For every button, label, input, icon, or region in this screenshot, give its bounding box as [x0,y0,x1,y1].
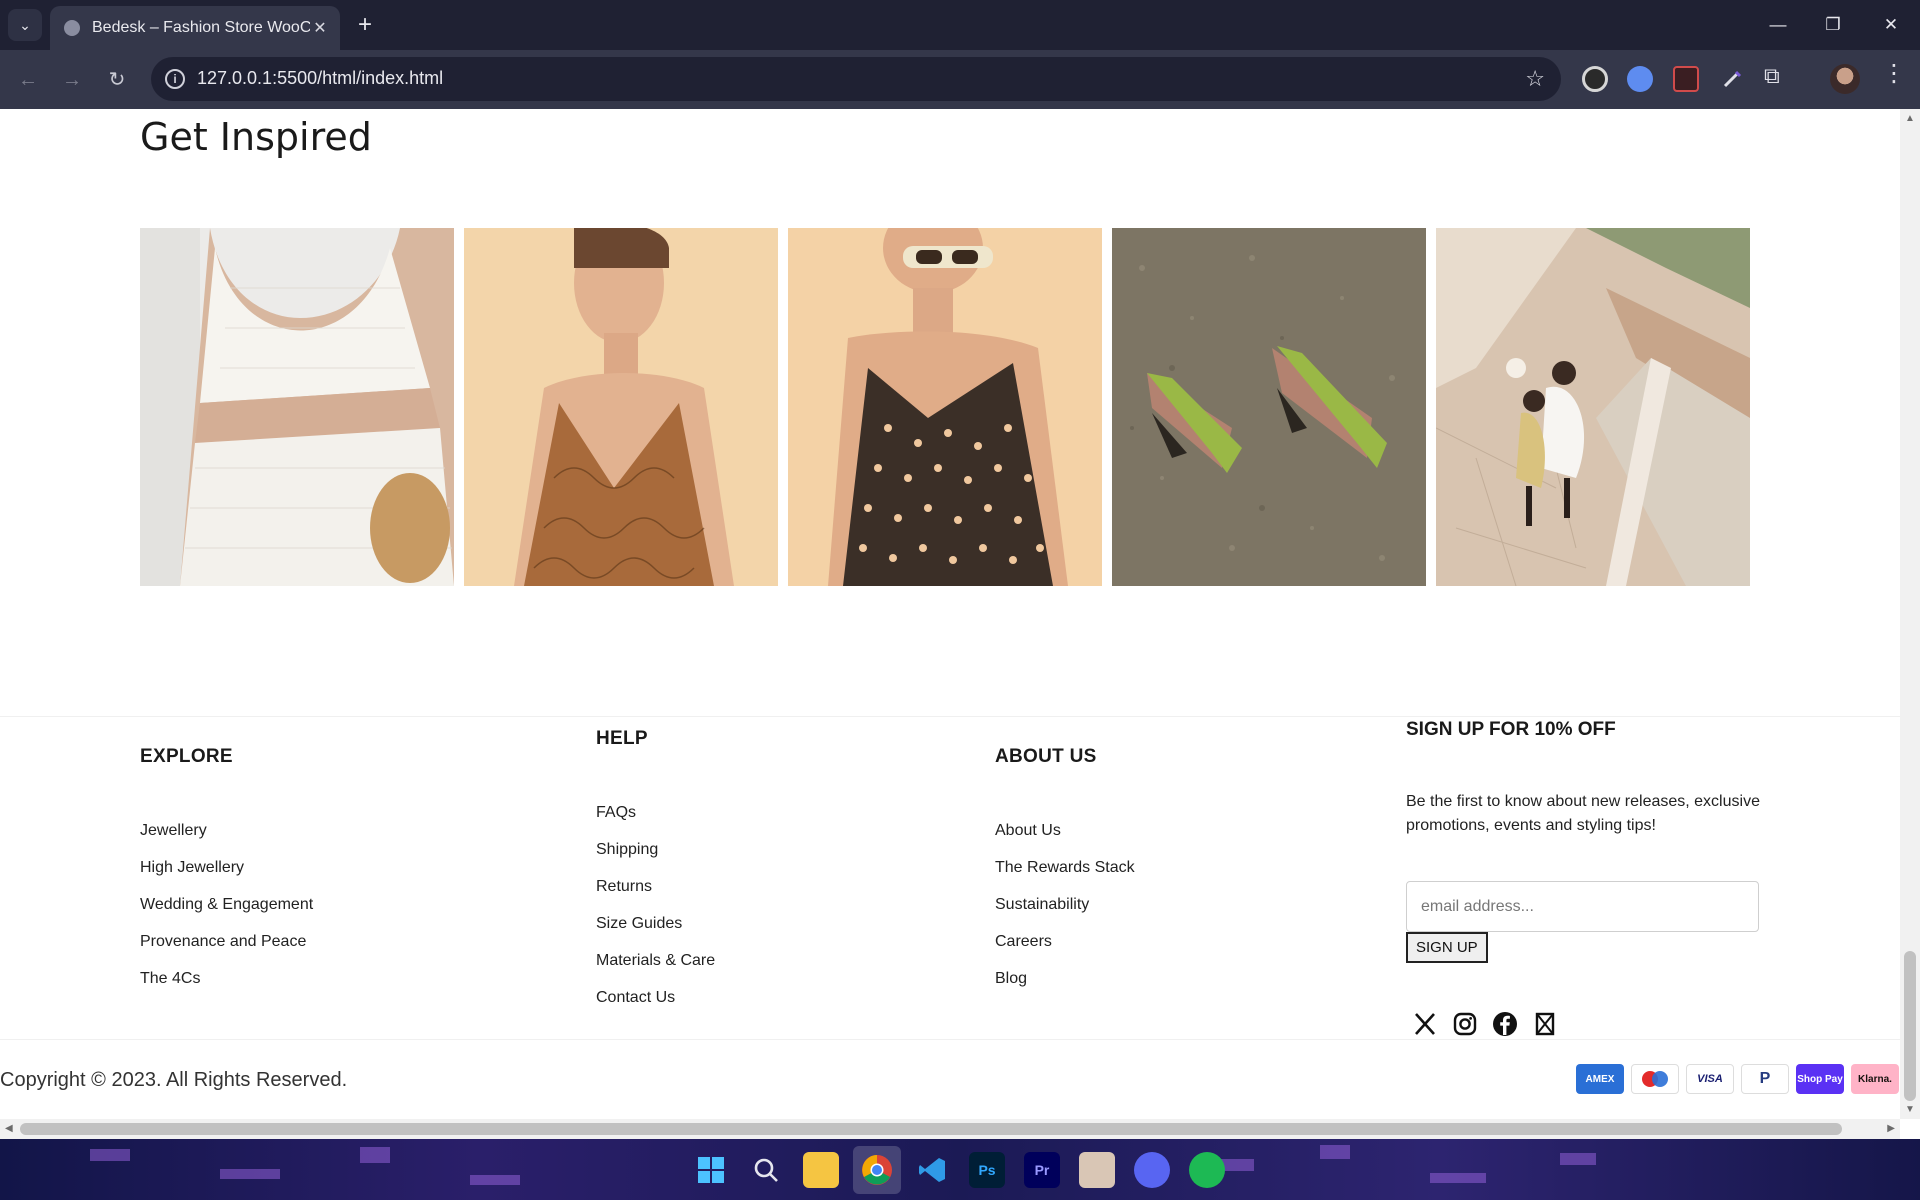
maestro-payment-icon [1631,1064,1679,1094]
address-bar[interactable]: i 127.0.0.1:5500/html/index.html ☆ [151,57,1561,101]
tab-close-icon[interactable]: ✕ [310,18,330,38]
discord-icon[interactable] [1134,1152,1170,1188]
x-icon[interactable] [1412,1011,1438,1037]
premiere-icon[interactable]: Pr [1024,1152,1060,1188]
shop-pay-payment-icon: Shop Pay [1796,1064,1844,1094]
footer-link-materials-care[interactable]: Materials & Care [596,952,715,970]
photo-app-icon[interactable] [1079,1152,1115,1188]
profile-avatar[interactable] [1830,64,1860,94]
footer-divider-bottom [0,1039,1900,1040]
green-sandals-photo[interactable] [1112,228,1426,586]
instagram-icon[interactable] [1452,1011,1478,1037]
copyright-text: Copyright © 2023. All Rights Reserved. [0,1069,348,1091]
url-text[interactable]: 127.0.0.1:5500/html/index.html [197,68,443,89]
chrome-icon[interactable] [859,1152,895,1188]
signup-button[interactable]: SIGN UP [1406,932,1488,963]
footer-link-returns[interactable]: Returns [596,878,652,896]
footer-link-rewards-stack[interactable]: The Rewards Stack [995,859,1135,877]
email-input[interactable] [1406,881,1759,932]
browser-menu-icon[interactable]: ⋮ [1882,62,1906,86]
photoshop-icon[interactable]: Ps [969,1152,1005,1188]
reload-icon[interactable]: ↻ [101,64,133,96]
vertical-scrollbar[interactable]: ▲ ▼ [1900,109,1920,1119]
restore-button[interactable]: ❐ [1811,10,1855,40]
couple-terrace-photo[interactable] [1436,228,1750,586]
footer-link-the-4cs[interactable]: The 4Cs [140,970,200,988]
visa-payment-icon: VISA [1686,1064,1734,1094]
footer-link-about-us[interactable]: About Us [995,822,1061,840]
amex-payment-icon: AMEX [1576,1064,1624,1094]
footer-link-wedding-engagement[interactable]: Wedding & Engagement [140,896,313,914]
horizontal-scrollbar[interactable]: ◀ ▶ [0,1119,1900,1139]
signup-description: Be the first to know about new releases,… [1406,793,1760,834]
site-info-icon[interactable]: i [165,69,185,89]
extension-search-icon[interactable] [1627,66,1653,92]
white-crochet-top-photo[interactable] [140,228,454,586]
new-tab-button[interactable]: + [350,10,380,40]
scroll-right-icon[interactable]: ▶ [1887,1123,1895,1134]
footer-divider-top [0,716,1900,717]
eyedropper-icon[interactable] [1719,66,1745,92]
spotify-icon[interactable] [1189,1152,1225,1188]
footer-link-blog[interactable]: Blog [995,970,1027,988]
help-heading: HELP [596,728,648,749]
tab-title: Bedesk – Fashion Store WooCommerce [92,19,310,36]
brown-floral-dress-photo[interactable] [464,228,778,586]
klarna-payment-icon: Klarna. [1851,1064,1899,1094]
horizontal-scroll-thumb[interactable] [20,1123,1842,1135]
about-heading: ABOUT US [995,746,1097,767]
search-icon[interactable] [748,1152,784,1188]
scroll-down-icon[interactable]: ▼ [1905,1104,1915,1115]
file-explorer-icon[interactable] [803,1152,839,1188]
extension-dark-icon[interactable] [1582,66,1608,92]
tab-search-button[interactable]: ⌄ [8,9,42,41]
get-inspired-heading: Get Inspired [140,115,372,159]
footer-link-shipping[interactable]: Shipping [596,841,658,859]
footer-link-jewellery[interactable]: Jewellery [140,822,207,840]
footer-link-size-guides[interactable]: Size Guides [596,915,682,933]
scroll-up-icon[interactable]: ▲ [1905,113,1915,124]
vscode-icon[interactable] [914,1152,950,1188]
footer-link-careers[interactable]: Careers [995,933,1052,951]
bookmark-star-icon[interactable]: ☆ [1525,66,1545,92]
back-arrow-icon[interactable]: ← [12,64,44,96]
tab-strip: ⌄ Bedesk – Fashion Store WooCommerce ✕ +… [0,0,1920,50]
vertical-scroll-thumb[interactable] [1904,951,1916,1101]
scroll-left-icon[interactable]: ◀ [5,1123,13,1134]
footer-link-contact-us[interactable]: Contact Us [596,989,675,1007]
footer-link-high-jewellery[interactable]: High Jewellery [140,859,244,877]
windows-taskbar [0,1139,1920,1200]
tiktok-icon[interactable] [1532,1011,1558,1037]
signup-heading: SIGN UP FOR 10% OFF [1406,719,1616,740]
web-page: Get Inspired EXPLORE Jewellery High Jewe… [0,109,1900,1119]
paypal-payment-icon: P [1741,1064,1789,1094]
extensions-puzzle-icon[interactable]: ⧉ [1764,63,1780,89]
extension-notion-icon[interactable] [1673,66,1699,92]
footer-link-faqs[interactable]: FAQs [596,804,636,822]
facebook-icon[interactable] [1492,1011,1518,1037]
browser-tab[interactable]: Bedesk – Fashion Store WooCommerce ✕ [50,6,340,50]
windows-start-icon[interactable] [693,1152,729,1188]
tab-favicon-icon [64,20,80,36]
polka-dot-dress-photo[interactable] [788,228,1102,586]
footer-link-provenance-peace[interactable]: Provenance and Peace [140,933,306,951]
minimize-button[interactable]: — [1756,10,1800,40]
close-window-button[interactable]: ✕ [1869,10,1913,40]
forward-arrow-icon[interactable]: → [56,64,88,96]
explore-heading: EXPLORE [140,746,233,767]
footer-link-sustainability[interactable]: Sustainability [995,896,1089,914]
